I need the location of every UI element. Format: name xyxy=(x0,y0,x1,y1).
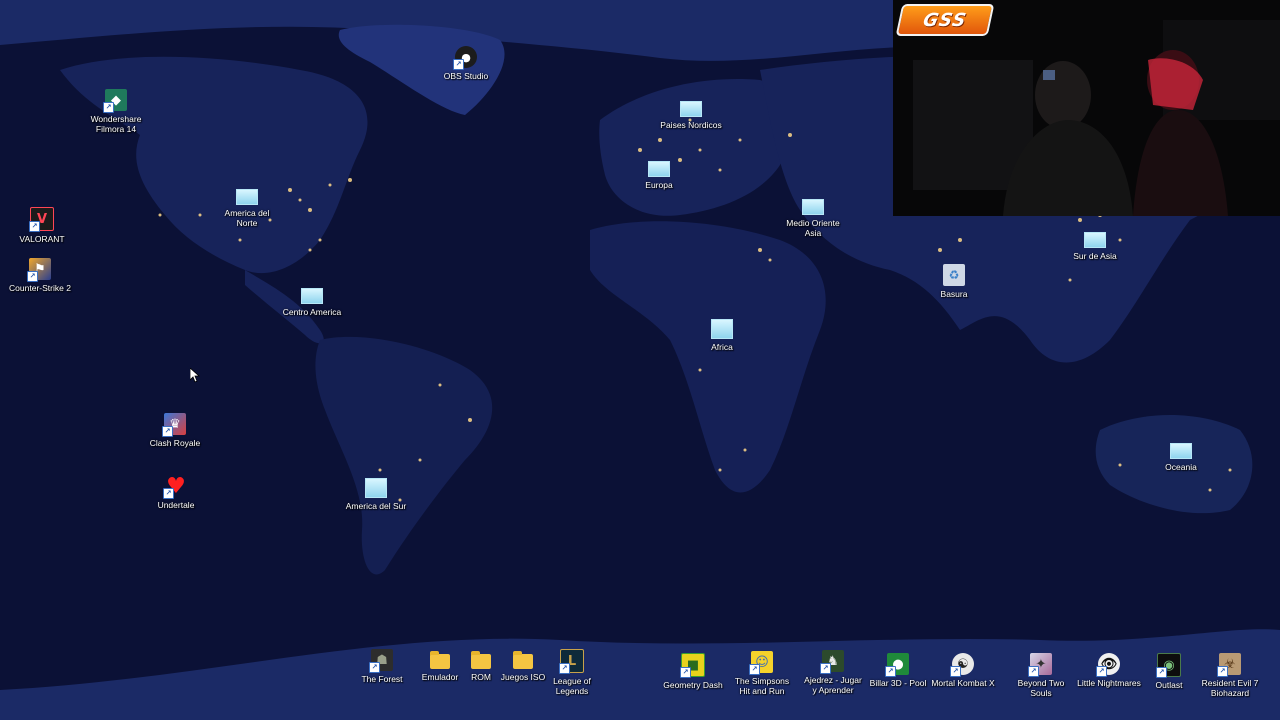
icon-label: Sur de Asia xyxy=(1073,251,1117,261)
valorant-icon: V ↗ xyxy=(29,207,54,232)
icon-label: Wondershare Filmora 14 xyxy=(90,114,142,134)
desktop-icon-america-del-sur[interactable]: America del Sur xyxy=(339,472,413,511)
heart-icon: ♥ ↗ xyxy=(163,474,187,499)
simpsons-icon: ☺ ↗ xyxy=(749,651,773,675)
icon-label: America del Norte xyxy=(224,208,270,228)
region-shortcut-icon xyxy=(711,319,733,339)
icon-label: League of Legends xyxy=(553,676,591,696)
counter-strike-icon: ⚑ ↗ xyxy=(27,258,51,282)
region-shortcut-icon xyxy=(236,189,258,205)
region-shortcut-icon xyxy=(301,288,323,304)
desktop-icon-oceania[interactable]: Oceania xyxy=(1144,437,1218,472)
icon-label: Europa xyxy=(645,180,673,190)
desktop-icon-europa[interactable]: Europa xyxy=(622,155,696,190)
icon-label: Geometry Dash xyxy=(663,680,723,690)
icon-label: Resident Evil 7 Biohazard xyxy=(1201,678,1259,698)
icon-label: Mortal Kombat X xyxy=(931,678,995,688)
outlast-icon: ◉ ↗ xyxy=(1156,653,1181,678)
icon-label: Ajedrez - Jugar y Aprender xyxy=(804,675,862,695)
mortal-kombat-icon: ☯ ↗ xyxy=(950,653,974,677)
desktop-icon-clash-royale[interactable]: ♛ ↗ Clash Royale xyxy=(138,413,212,448)
folder-icon xyxy=(513,651,533,669)
desktop-icon-billar[interactable]: ● ↗ Billar 3D - Pool xyxy=(861,653,935,688)
icon-label: The Simpsons Hit and Run xyxy=(734,676,790,696)
desktop-icon-basura[interactable]: ♻ Basura xyxy=(917,264,991,299)
desktop-icon-obs-studio[interactable]: ● ↗ OBS Studio xyxy=(429,46,503,81)
icon-label: OBS Studio xyxy=(443,71,489,81)
desktop-icon-mortal-kombat[interactable]: ☯ ↗ Mortal Kombat X xyxy=(926,653,1000,688)
desktop-icon-league-of-legends[interactable]: L ↗ League of Legends xyxy=(535,649,609,696)
icon-label: Medio Oriente Asia xyxy=(786,218,840,238)
mouse-cursor-icon xyxy=(190,368,200,383)
desktop-icon-ajedrez[interactable]: ♞ ↗ Ajedrez - Jugar y Aprender xyxy=(796,650,870,695)
icon-label: Paises Nordicos xyxy=(660,120,722,130)
icon-label: Oceania xyxy=(1165,462,1197,472)
webcam-overlay: GSS xyxy=(893,0,1280,216)
pool-icon: ● ↗ xyxy=(885,653,909,677)
region-shortcut-icon xyxy=(680,101,702,117)
desktop-icon-resident-evil-7[interactable]: ☣ ↗ Resident Evil 7 Biohazard xyxy=(1193,653,1267,698)
desktop-icon-beyond-two-souls[interactable]: ✦ ↗ Beyond Two Souls xyxy=(1004,653,1078,698)
icon-label: Africa xyxy=(711,342,733,352)
desktop: ● ↗ OBS Studio ◆ ↗ Wondershare Filmora 14 … xyxy=(0,0,1280,720)
icon-label: Centro America xyxy=(282,307,342,317)
icon-label: Basura xyxy=(940,289,968,299)
filmora-icon: ◆ ↗ xyxy=(103,89,127,113)
recycle-bin-icon: ♻ xyxy=(943,264,965,286)
desktop-icon-filmora[interactable]: ◆ ↗ Wondershare Filmora 14 xyxy=(79,89,153,134)
icon-label: Outlast xyxy=(1155,680,1183,690)
desktop-icon-medio-oriente-asia[interactable]: Medio Oriente Asia xyxy=(776,193,850,238)
desktop-icon-undertale[interactable]: ♥ ↗ Undertale xyxy=(139,474,213,511)
icon-label: Billar 3D - Pool xyxy=(869,678,927,688)
desktop-icon-simpsons[interactable]: ☺ ↗ The Simpsons Hit and Run xyxy=(725,651,799,696)
clash-royale-icon: ♛ ↗ xyxy=(162,413,186,437)
geometry-dash-icon: ■ ↗ xyxy=(680,653,705,678)
channel-logo: GSS xyxy=(895,4,995,36)
beyond-two-souls-icon: ✦ ↗ xyxy=(1028,653,1052,677)
little-nightmares-icon: 👁 ↗ xyxy=(1096,653,1120,677)
desktop-icon-geometry-dash[interactable]: ■ ↗ Geometry Dash xyxy=(656,653,730,690)
icon-label: Clash Royale xyxy=(149,438,201,448)
icon-label: VALORANT xyxy=(19,234,65,244)
icon-label: Undertale xyxy=(157,500,195,510)
desktop-icon-paises-nordicos[interactable]: Paises Nordicos xyxy=(654,95,728,130)
desktop-icon-america-del-norte[interactable]: America del Norte xyxy=(210,183,284,228)
the-forest-icon: ☗ ↗ xyxy=(369,649,393,673)
desktop-icon-sur-de-asia[interactable]: Sur de Asia xyxy=(1058,226,1132,261)
desktop-icon-centro-america[interactable]: Centro America xyxy=(275,282,349,317)
desktop-icon-valorant[interactable]: V ↗ VALORANT xyxy=(5,207,79,244)
chess-icon: ♞ ↗ xyxy=(820,650,844,674)
icon-label: Beyond Two Souls xyxy=(1017,678,1065,698)
resident-evil-icon: ☣ ↗ xyxy=(1217,653,1241,677)
desktop-icon-counter-strike[interactable]: ⚑ ↗ Counter-Strike 2 xyxy=(3,258,77,293)
region-shortcut-icon xyxy=(1084,232,1106,248)
icon-label: The Forest xyxy=(361,674,403,684)
obs-icon: ● ↗ xyxy=(453,46,477,70)
region-shortcut-icon xyxy=(648,161,670,177)
region-shortcut-icon xyxy=(365,478,387,498)
icon-label: America del Sur xyxy=(345,501,407,511)
league-of-legends-icon: L ↗ xyxy=(559,649,584,674)
region-shortcut-icon xyxy=(802,199,824,215)
region-shortcut-icon xyxy=(1170,443,1192,459)
icon-label: Counter-Strike 2 xyxy=(9,283,71,293)
desktop-icon-africa[interactable]: Africa xyxy=(685,313,759,352)
